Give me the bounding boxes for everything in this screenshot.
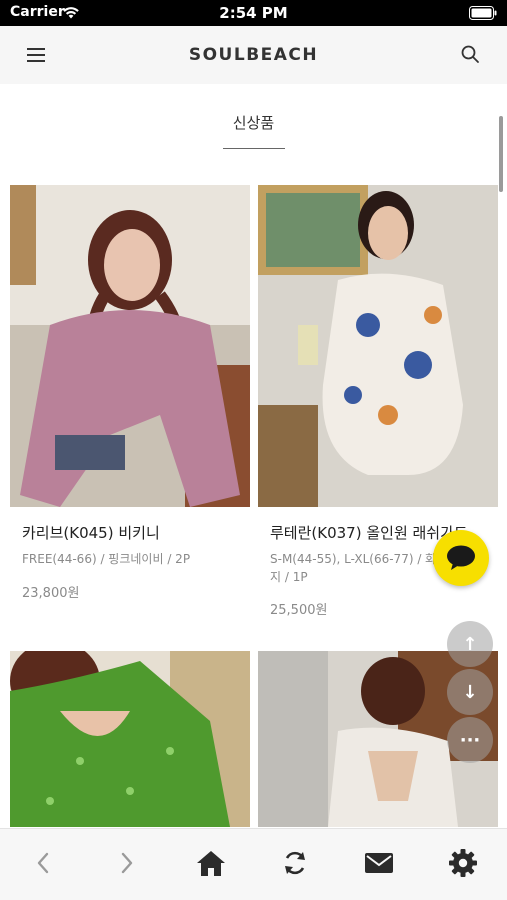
- more-button[interactable]: ···: [447, 717, 493, 763]
- scroll-top-button[interactable]: ↑: [447, 621, 493, 667]
- product-option: FREE(44-66) / 핑크네이비 / 2P: [22, 552, 191, 566]
- section-title: 신상품: [232, 114, 275, 132]
- section-underline: [223, 148, 285, 149]
- product-photo-green-floral: [10, 651, 250, 827]
- more-icon: ···: [459, 729, 481, 751]
- product-image[interactable]: [10, 185, 250, 507]
- bottom-navigation: [0, 828, 507, 900]
- chevron-right-icon: [121, 852, 133, 874]
- product-image[interactable]: [258, 185, 498, 507]
- kakao-chat-icon: [447, 545, 475, 570]
- refresh-button[interactable]: [275, 845, 315, 881]
- brand-logo[interactable]: SOULBEACH: [0, 45, 507, 65]
- back-button[interactable]: [23, 845, 63, 881]
- mail-icon: [365, 853, 393, 873]
- arrow-down-icon: ↓: [462, 681, 478, 703]
- scrollbar[interactable]: [499, 116, 503, 192]
- settings-button[interactable]: [443, 845, 483, 881]
- mail-button[interactable]: [359, 845, 399, 881]
- product-photo-floral-swimsuit: [258, 185, 498, 507]
- gear-icon: [449, 849, 477, 877]
- search-button[interactable]: [457, 41, 483, 67]
- status-bar: Carrier 2:54 PM: [0, 0, 507, 26]
- chevron-left-icon: [37, 852, 49, 874]
- refresh-icon: [285, 851, 305, 875]
- app-header: SOULBEACH: [0, 26, 507, 84]
- product-photo-pink-bikini: [10, 185, 250, 507]
- arrow-up-icon: ↑: [462, 633, 478, 655]
- product-price: 25,500원: [270, 603, 328, 618]
- forward-button[interactable]: [107, 845, 147, 881]
- status-time: 2:54 PM: [219, 4, 288, 22]
- product-name[interactable]: 카리브(K045) 비키니: [22, 522, 247, 543]
- home-icon: [197, 851, 225, 876]
- product-image[interactable]: [10, 651, 250, 827]
- product-price: 23,800원: [22, 586, 80, 601]
- scroll-bottom-button[interactable]: ↓: [447, 669, 493, 715]
- battery-icon: [469, 6, 497, 20]
- home-button[interactable]: [191, 845, 231, 881]
- kakao-chat-button[interactable]: [433, 530, 489, 586]
- search-icon: [461, 45, 479, 63]
- section-header: 신상품: [0, 112, 507, 133]
